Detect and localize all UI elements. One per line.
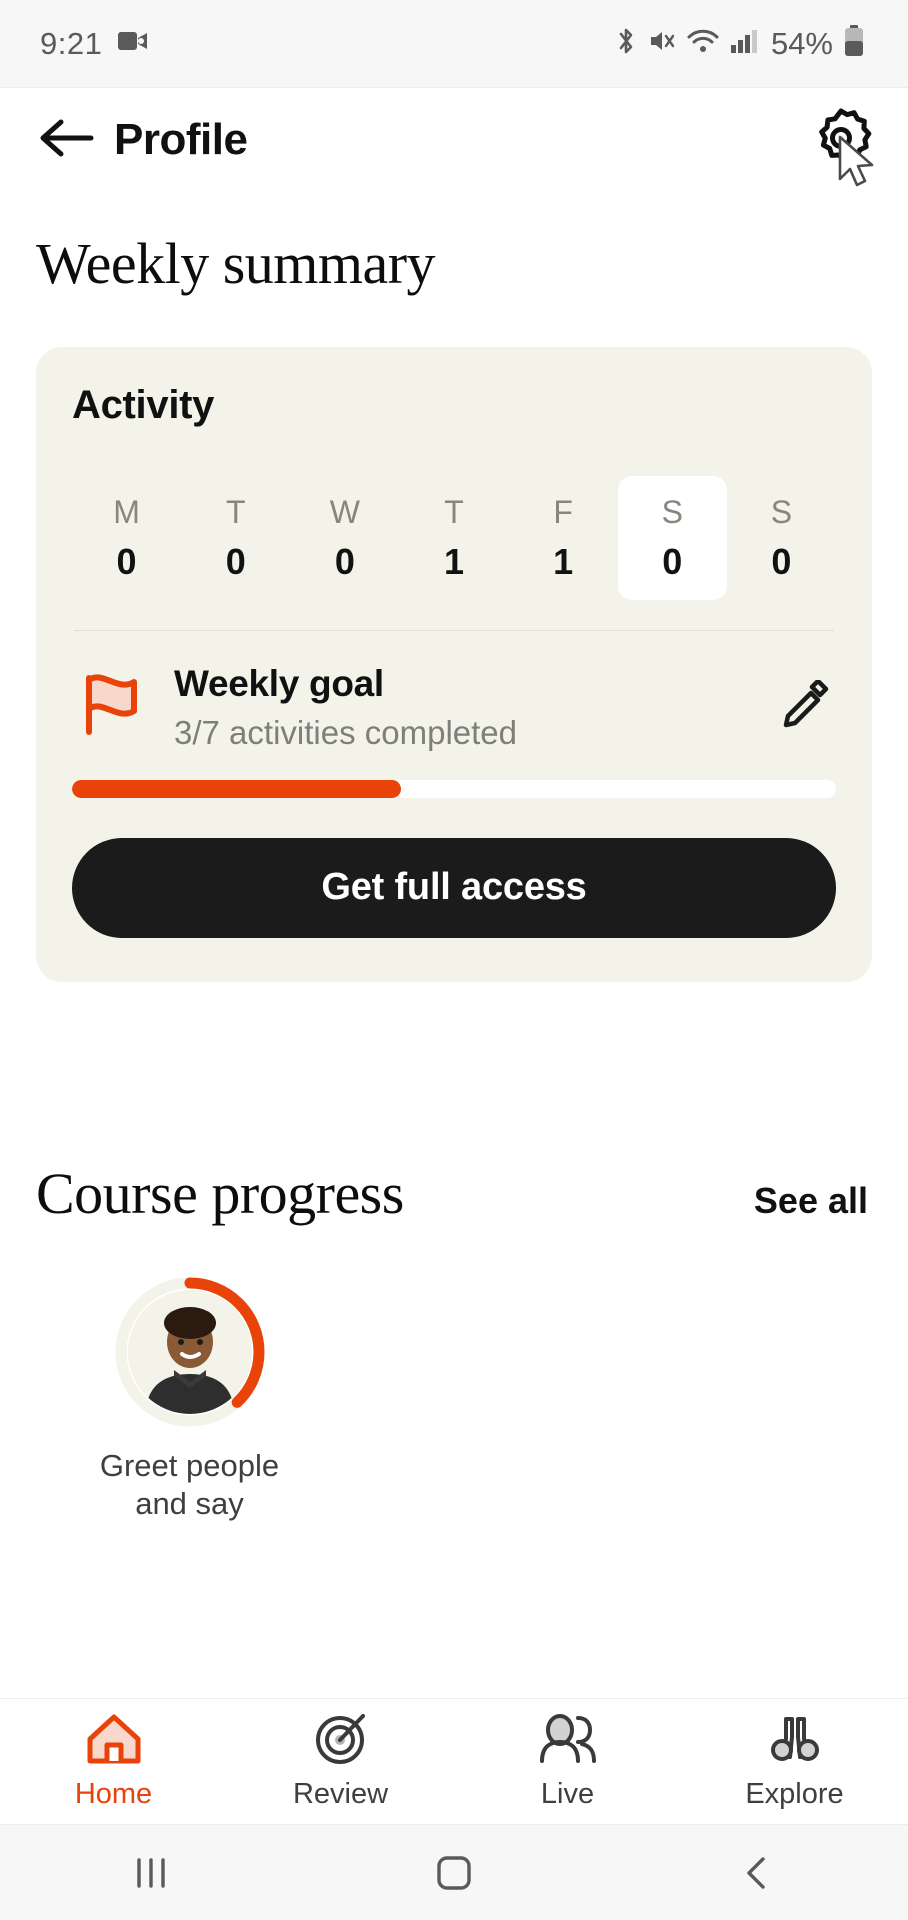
nav-label: Explore	[745, 1777, 844, 1810]
day-count: 0	[334, 541, 355, 582]
activity-card: Activity M 0 T 0 W 0 T 1 F 1 S 0 S 0 Wee…	[36, 347, 872, 982]
day-letter: S	[770, 494, 793, 530]
day-letter: S	[661, 494, 683, 530]
cellular-signal-icon	[730, 28, 758, 59]
edit-goal-button[interactable]	[774, 676, 836, 738]
day-cell-friday[interactable]: F 1	[509, 476, 618, 600]
bottom-navigation: Home Review Live Explore	[0, 1698, 908, 1824]
back-button[interactable]	[697, 1825, 817, 1920]
flag-icon	[72, 666, 150, 749]
target-icon	[313, 1713, 369, 1770]
course-progress-header: Course progress See all	[36, 1160, 872, 1227]
weekday-activity-row: M 0 T 0 W 0 T 1 F 1 S 0 S 0	[72, 476, 836, 600]
course-progress-item[interactable]: Greet people and say	[82, 1277, 297, 1525]
mute-icon	[648, 27, 676, 60]
weekly-goal-text: Weekly goal 3/7 activities completed	[174, 663, 750, 752]
bluetooth-icon	[615, 26, 637, 61]
see-all-button[interactable]: See all	[754, 1180, 872, 1222]
day-letter: F	[553, 494, 573, 530]
binoculars-icon	[766, 1713, 824, 1770]
nav-item-explore[interactable]: Explore	[681, 1713, 908, 1811]
day-cell-saturday[interactable]: S 0	[617, 476, 727, 600]
status-bar: 9:21 54%	[0, 0, 908, 88]
day-count: 0	[771, 541, 792, 582]
weekly-goal-row: Weekly goal 3/7 activities completed	[72, 663, 836, 752]
activity-heading: Activity	[72, 383, 215, 427]
day-cell-tuesday[interactable]: T 0	[181, 476, 290, 600]
get-full-access-button[interactable]: Get full access	[72, 837, 836, 938]
day-letter: T	[225, 494, 246, 530]
weekly-goal-title: Weekly goal	[174, 662, 384, 704]
weekly-goal-progress-fill	[72, 779, 401, 798]
arrow-left-icon	[39, 116, 95, 165]
wifi-icon	[687, 27, 719, 60]
status-bar-right: 54%	[615, 25, 864, 62]
page-title: Profile	[114, 115, 248, 164]
phone-screen: 9:21 54% Profile Weekly summary Activity…	[0, 0, 908, 1920]
day-cell-wednesday[interactable]: W 0	[290, 476, 399, 600]
status-time: 9:21	[40, 25, 103, 61]
settings-button[interactable]	[808, 107, 874, 187]
nav-item-live[interactable]: Live	[454, 1713, 681, 1811]
battery-percent: 54%	[770, 25, 833, 61]
course-progress-list: Greet people and say	[36, 1277, 872, 1525]
avatar	[127, 1289, 252, 1414]
course-progress-ring-wrap	[115, 1277, 265, 1427]
app-header: Profile	[0, 88, 908, 192]
weekly-goal-progress-bar	[72, 779, 836, 798]
nav-label: Review	[292, 1777, 389, 1810]
day-letter: M	[113, 494, 140, 530]
home-button[interactable]	[394, 1825, 514, 1920]
gear-icon	[810, 107, 872, 174]
day-cell-monday[interactable]: M 0	[72, 476, 181, 600]
home-icon	[86, 1713, 142, 1770]
pencil-icon	[780, 678, 830, 735]
day-count: 0	[225, 541, 246, 582]
main-content: Weekly summary Activity M 0 T 0 W 0 T 1 …	[0, 192, 908, 1698]
card-divider	[74, 629, 834, 631]
weekly-goal-subtitle: 3/7 activities completed	[174, 713, 518, 751]
day-cell-sunday[interactable]: S 0	[727, 476, 836, 600]
day-cell-thursday[interactable]: T 1	[399, 476, 508, 600]
people-icon	[538, 1713, 598, 1770]
day-count: 1	[443, 541, 464, 582]
nav-item-home[interactable]: Home	[0, 1713, 227, 1811]
battery-icon	[844, 25, 864, 62]
android-system-navigation	[0, 1824, 908, 1920]
back-button[interactable]	[36, 109, 98, 171]
day-letter: T	[444, 494, 464, 530]
recents-button[interactable]	[91, 1825, 211, 1920]
day-count: 1	[553, 541, 574, 582]
weekly-summary-title: Weekly summary	[36, 231, 436, 296]
video-camera-icon	[118, 30, 148, 57]
day-count: 0	[662, 541, 683, 582]
day-letter: W	[329, 494, 360, 530]
nav-item-review[interactable]: Review	[227, 1713, 454, 1811]
status-bar-left: 9:21	[40, 26, 148, 62]
nav-label: Live	[540, 1777, 595, 1810]
course-progress-label: Greet people and say	[99, 1447, 280, 1522]
day-count: 0	[116, 541, 137, 582]
course-progress-title: Course progress	[36, 1160, 404, 1226]
nav-label: Home	[74, 1777, 153, 1810]
